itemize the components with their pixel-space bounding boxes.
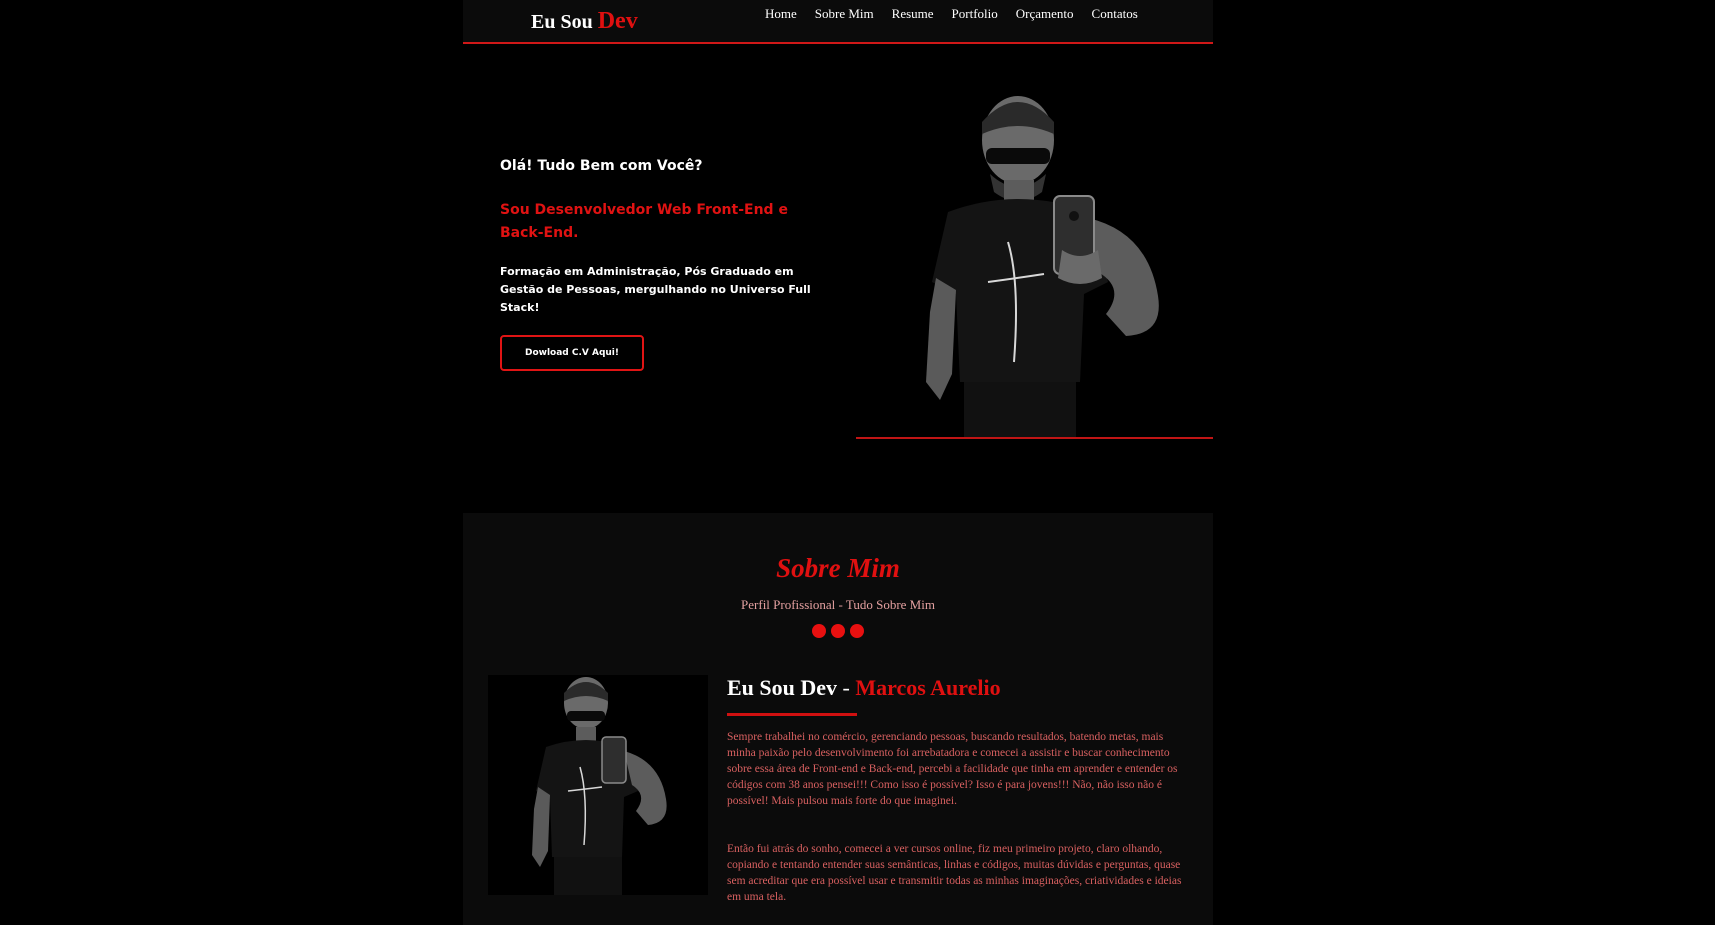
logo[interactable]: Eu Sou Dev: [531, 8, 638, 35]
nav-resume[interactable]: Resume: [892, 6, 934, 22]
about-heading-separator: -: [837, 675, 856, 700]
main-nav: Home Sobre Mim Resume Portfolio Orçament…: [765, 6, 1138, 22]
about-paragraph-2: Então fui atrás do sonho, comecei a ver …: [727, 843, 1182, 903]
page: Eu Sou Dev Home Sobre Mim Resume Portfol…: [463, 0, 1213, 925]
dot: [850, 624, 864, 638]
about-heading-underline: [727, 713, 857, 716]
nav-contatos[interactable]: Contatos: [1092, 6, 1138, 22]
hero-greeting: Olá! Tudo Bem com Você?: [500, 158, 703, 174]
download-cv-button[interactable]: Dowload C.V Aqui!: [500, 335, 644, 371]
nav-sobre-mim[interactable]: Sobre Mim: [815, 6, 874, 22]
about-heading-name: Marcos Aurelio: [855, 675, 1001, 700]
nav-portfolio[interactable]: Portfolio: [952, 6, 998, 22]
about-title: Sobre Mim: [776, 553, 900, 583]
about-subtitle: Perfil Profissional - Tudo Sobre Mim: [741, 597, 935, 612]
site-header: Eu Sou Dev Home Sobre Mim Resume Portfol…: [463, 0, 1213, 44]
hero-divider-line: [856, 437, 1213, 439]
logo-prefix: Eu Sou: [531, 11, 593, 33]
about-portrait-photo: [488, 675, 708, 895]
decorative-dots: [812, 624, 864, 638]
dot: [831, 624, 845, 638]
about-heading: Eu Sou Dev - Marcos Aurelio: [727, 675, 1001, 701]
about-paragraph-1: Sempre trabalhei no comércio, gerenciand…: [727, 731, 1178, 807]
dot: [812, 624, 826, 638]
nav-orcamento[interactable]: Orçamento: [1016, 6, 1074, 22]
hero-portrait-photo: [926, 96, 1159, 438]
hero-description: Formação em Administração, Pós Graduado …: [500, 265, 811, 314]
about-section: Sobre Mim Perfil Profissional - Tudo Sob…: [463, 513, 1213, 925]
hero-role: Sou Desenvolvedor Web Front-End e Back-E…: [500, 202, 788, 241]
nav-home[interactable]: Home: [765, 6, 797, 22]
logo-accent: Dev: [597, 8, 638, 34]
about-heading-prefix: Eu Sou Dev: [727, 675, 838, 700]
